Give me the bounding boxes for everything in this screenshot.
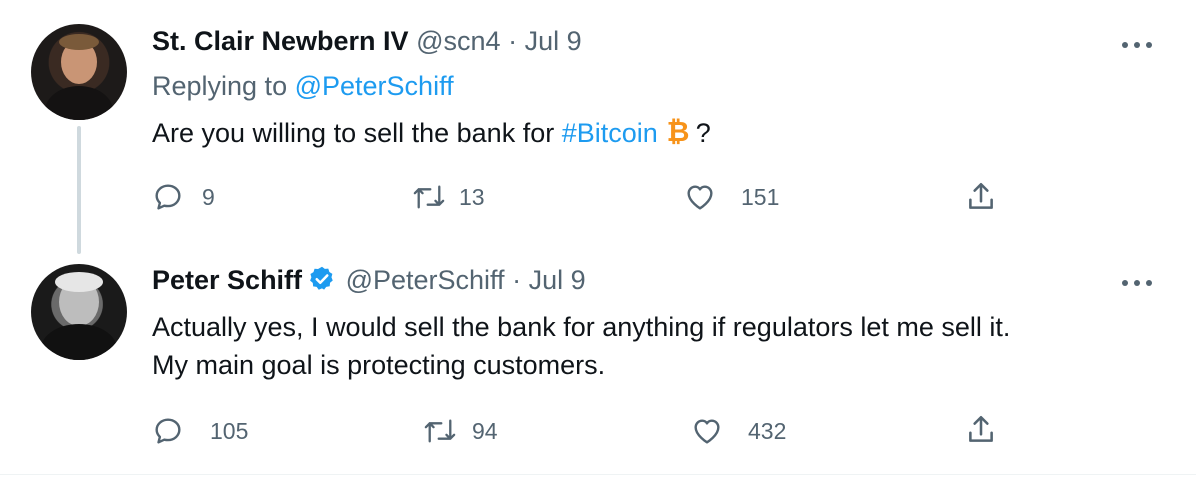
tweet-date[interactable]: Jul 9	[529, 265, 586, 295]
user-handle[interactable]: @PeterSchiff	[346, 265, 505, 295]
verified-icon	[308, 265, 336, 300]
retweet-button[interactable]: 13	[411, 181, 485, 213]
tweet-date[interactable]: Jul 9	[525, 26, 582, 56]
like-count: 151	[741, 183, 780, 210]
retweet-icon	[411, 181, 447, 213]
retweet-count: 13	[459, 183, 485, 210]
more-icon[interactable]	[1122, 280, 1152, 288]
avatar-peterschiff[interactable]	[31, 264, 127, 360]
tweet-text-end: ?	[695, 118, 711, 148]
divider	[0, 474, 1196, 475]
tweet-text: Are you willing to sell the bank for #Bi…	[152, 114, 711, 156]
svg-text:₿: ₿	[666, 116, 689, 146]
like-count: 432	[748, 417, 787, 444]
tweet-text-line: Actually yes, I would sell the bank for …	[152, 312, 1011, 342]
tweet-header: St. Clair Newbern IV @scn4 · Jul 9	[152, 26, 582, 57]
share-button[interactable]	[964, 180, 998, 214]
tweet-text-line: My main goal is protecting customers.	[152, 350, 606, 380]
like-icon	[683, 181, 717, 213]
reply-count: 105	[210, 417, 249, 444]
display-name[interactable]: St. Clair Newbern IV	[152, 26, 409, 56]
like-button[interactable]: 151	[683, 181, 779, 213]
reply-icon	[152, 415, 184, 447]
tweet-text-part: Are you willing to sell the bank for	[152, 118, 555, 148]
share-icon	[964, 413, 998, 447]
replying-to: Replying to @PeterSchiff	[152, 71, 454, 102]
hashtag-link[interactable]: #Bitcoin	[562, 118, 658, 148]
reply-button[interactable]: 9	[152, 181, 215, 213]
tweet-header: Peter Schiff @PeterSchiff · Jul 9	[152, 265, 586, 300]
reply-count: 9	[202, 183, 215, 210]
share-icon	[964, 180, 998, 214]
tweet-text: Actually yes, I would sell the bank for …	[152, 308, 1010, 384]
replying-to-link[interactable]: @PeterSchiff	[295, 71, 454, 101]
more-icon[interactable]	[1122, 42, 1152, 50]
retweet-button[interactable]: 94	[422, 415, 498, 447]
replying-to-label: Replying to	[152, 71, 288, 101]
user-handle[interactable]: @scn4	[416, 26, 500, 56]
display-name[interactable]: Peter Schiff	[152, 265, 302, 295]
retweet-count: 94	[472, 417, 498, 444]
retweet-icon	[422, 415, 458, 447]
thread-connector-line	[77, 126, 81, 254]
separator-dot: ·	[512, 265, 522, 295]
reply-icon	[152, 181, 184, 213]
like-button[interactable]: 432	[690, 415, 786, 447]
avatar-scn4[interactable]	[31, 24, 127, 120]
share-button[interactable]	[964, 413, 998, 447]
reply-button[interactable]: 105	[152, 415, 248, 447]
bitcoin-icon: ₿	[666, 115, 690, 156]
like-icon	[690, 415, 724, 447]
separator-dot: ·	[508, 26, 518, 56]
